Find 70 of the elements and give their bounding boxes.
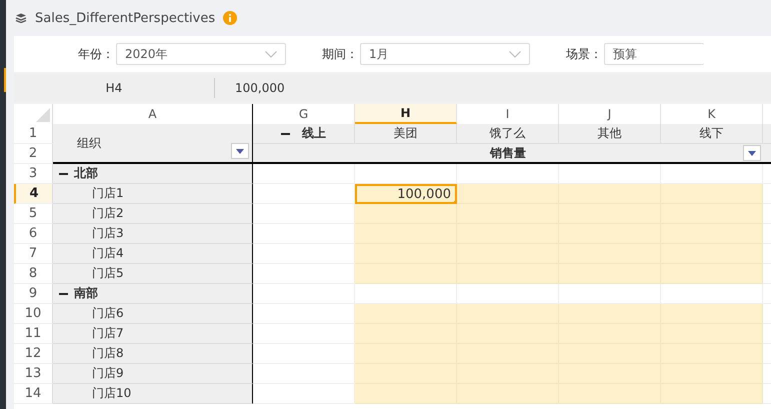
table-cell[interactable] [457, 204, 559, 224]
table-cell[interactable] [253, 284, 355, 304]
table-cell[interactable] [355, 324, 457, 344]
column-header[interactable]: H [355, 104, 457, 124]
member-label: 门店1 [91, 185, 124, 202]
table-cell[interactable] [661, 244, 763, 264]
table-cell[interactable] [457, 264, 559, 284]
table-cell[interactable] [559, 304, 661, 324]
member-label: 门店8 [91, 345, 124, 362]
caret-icon [236, 148, 244, 154]
layers-icon [15, 13, 27, 23]
table-cell[interactable] [355, 364, 457, 384]
member-header: 其他 [559, 124, 661, 144]
table-cell[interactable] [355, 344, 457, 364]
filter-label: 期间： [322, 46, 358, 62]
select-all-icon[interactable] [36, 108, 50, 122]
table-cell[interactable] [661, 384, 763, 404]
table-cell[interactable] [457, 184, 559, 204]
formula-value[interactable]: 100,000 [215, 81, 285, 95]
member-label: 门店2 [91, 205, 124, 222]
member-header: 美团 [355, 124, 457, 144]
table-cell[interactable] [661, 224, 763, 244]
filter-label: 场景： [566, 46, 602, 62]
table-cell[interactable] [661, 204, 763, 224]
member-label: 门店9 [91, 365, 124, 382]
member-label: 门店3 [91, 225, 124, 242]
dropdown-field[interactable]: 2020年 [116, 43, 286, 65]
table-cell[interactable] [355, 204, 457, 224]
dimension-label: 组织 [77, 134, 101, 152]
table-cell[interactable] [253, 164, 355, 184]
group-header: 线上 [302, 125, 326, 142]
info-icon[interactable] [223, 11, 238, 25]
filter-label: 年份： [78, 46, 114, 62]
filter-button[interactable] [743, 145, 761, 161]
table-cell[interactable] [661, 264, 763, 284]
cell-reference: H4 [14, 78, 215, 98]
member-label: 门店5 [91, 265, 124, 282]
table-cell[interactable] [661, 364, 763, 384]
row-number: 4 [14, 184, 53, 204]
table-cell[interactable] [661, 344, 763, 364]
table-cell[interactable] [355, 224, 457, 244]
table-cell[interactable] [457, 304, 559, 324]
member-label: 门店7 [91, 325, 124, 342]
member-label: 门店4 [91, 245, 124, 262]
table-cell[interactable] [355, 304, 457, 324]
table-cell[interactable] [559, 184, 661, 204]
table-cell[interactable] [661, 184, 763, 204]
table-cell[interactable] [355, 264, 457, 284]
table-cell[interactable] [457, 384, 559, 404]
filter-button[interactable] [231, 143, 249, 159]
table-cell[interactable] [661, 304, 763, 324]
dropdown-field[interactable]: 1月 [360, 43, 530, 65]
table-cell[interactable] [559, 384, 661, 404]
report-title: Sales_DifferentPerspectives [35, 10, 216, 26]
table-cell[interactable] [355, 384, 457, 404]
table-cell[interactable] [355, 244, 457, 264]
group-label: 北部 [74, 165, 98, 182]
table-cell[interactable] [661, 324, 763, 344]
group-label: 南部 [74, 285, 98, 302]
member-label: 门店6 [91, 305, 124, 322]
chevron-icon [509, 50, 521, 58]
dropdown-field[interactable]: 预算 [604, 43, 704, 65]
caret-icon [748, 150, 756, 156]
table-cell[interactable] [559, 264, 661, 284]
table-cell[interactable]: 100,000 [355, 184, 457, 204]
member-header: 线下 [661, 124, 763, 144]
member-label: 门店10 [91, 385, 132, 402]
member-header: 饿了么 [457, 124, 559, 144]
measure-header: 销售量 [490, 144, 526, 162]
chevron-icon [265, 50, 277, 58]
